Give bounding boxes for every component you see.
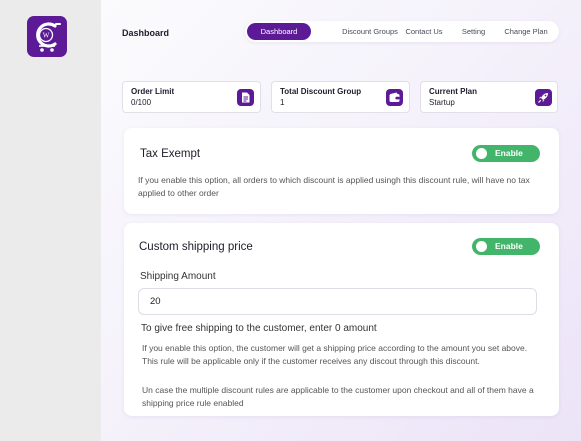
stat-current-plan: Current Plan Startup — [420, 81, 558, 113]
custom-shipping-toggle[interactable]: Enable — [472, 238, 540, 255]
svg-text:W: W — [43, 32, 50, 40]
nav-contact-us[interactable]: Contact Us — [399, 23, 449, 40]
tax-exempt-card: Tax Exempt Enable If you enable this opt… — [124, 128, 559, 214]
stat-value: 0/100 — [131, 98, 152, 107]
toggle-label: Enable — [495, 241, 523, 251]
nav-dashboard[interactable]: Dashboard — [247, 23, 311, 40]
stat-order-limit: Order Limit 0/100 — [122, 81, 261, 113]
document-icon — [237, 89, 254, 106]
shipping-amount-label: Shipping Amount — [140, 271, 216, 282]
nav-setting[interactable]: Setting — [456, 23, 491, 40]
page-title: Dashboard — [122, 28, 170, 38]
tax-exempt-toggle[interactable]: Enable — [472, 145, 540, 162]
stat-label: Total Discount Group — [280, 87, 362, 96]
nav-change-plan[interactable]: Change Plan — [498, 23, 554, 40]
shipping-note-2: Un case the multiple discount rules are … — [142, 385, 534, 408]
stat-label: Order Limit — [131, 87, 175, 96]
toggle-knob — [476, 241, 487, 252]
toggle-knob — [476, 148, 487, 159]
wp-cart-logo-icon: W — [36, 22, 61, 52]
stat-value: Startup — [429, 98, 455, 107]
rocket-icon — [535, 89, 552, 106]
stat-value: 1 — [280, 98, 285, 107]
shipping-amount-input[interactable] — [138, 288, 537, 315]
stat-label: Current Plan — [429, 87, 478, 96]
tax-exempt-description: If you enable this option, all orders to… — [138, 175, 530, 198]
shipping-note-1: If you enable this option, the customer … — [142, 343, 528, 366]
app-logo[interactable]: W — [27, 16, 67, 57]
sidebar: W — [0, 0, 101, 441]
toggle-label: Enable — [495, 148, 523, 158]
free-shipping-hint: To give free shipping to the customer, e… — [141, 323, 377, 334]
custom-shipping-title: Custom shipping price — [139, 241, 253, 253]
stat-total-discount-group: Total Discount Group 1 — [271, 81, 410, 113]
top-nav: Dashboard Discount Groups Contact Us Set… — [245, 21, 559, 42]
tax-exempt-title: Tax Exempt — [140, 148, 201, 160]
wallet-icon — [386, 89, 403, 106]
